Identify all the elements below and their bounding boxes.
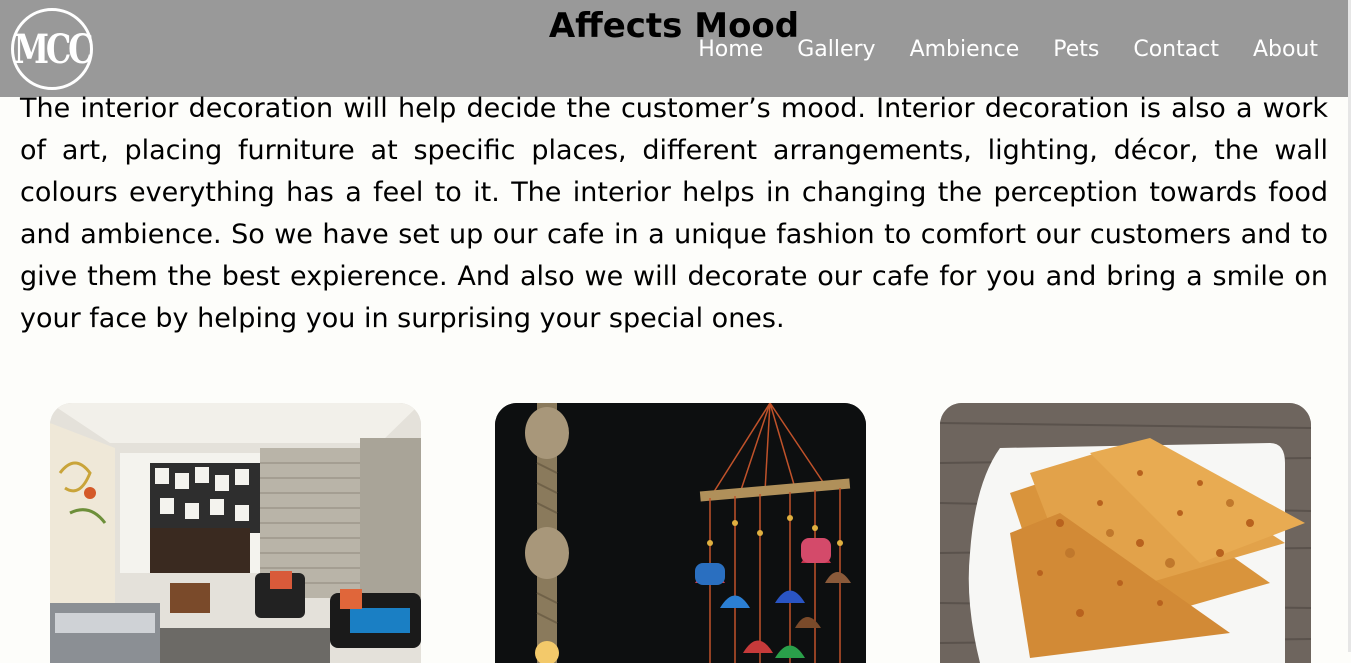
paratha-plate-photo[interactable]	[940, 403, 1311, 663]
nav-ambience[interactable]: Ambience	[910, 36, 1020, 64]
nav-pets[interactable]: Pets	[1053, 36, 1099, 64]
nav-home[interactable]: Home	[698, 36, 763, 64]
intro-paragraph: The interior decoration will help decide…	[20, 93, 1328, 334]
nav-about[interactable]: About	[1253, 36, 1318, 64]
main-nav: Home Gallery Ambience Pets Contact About	[664, 36, 1318, 64]
nav-gallery[interactable]: Gallery	[797, 36, 875, 64]
site-header: MCC Affects Mood Home Gallery Ambience P…	[0, 0, 1348, 97]
cafe-interior-photo[interactable]	[50, 403, 421, 663]
nav-contact[interactable]: Contact	[1133, 36, 1219, 64]
wind-chimes-photo[interactable]	[495, 403, 866, 663]
